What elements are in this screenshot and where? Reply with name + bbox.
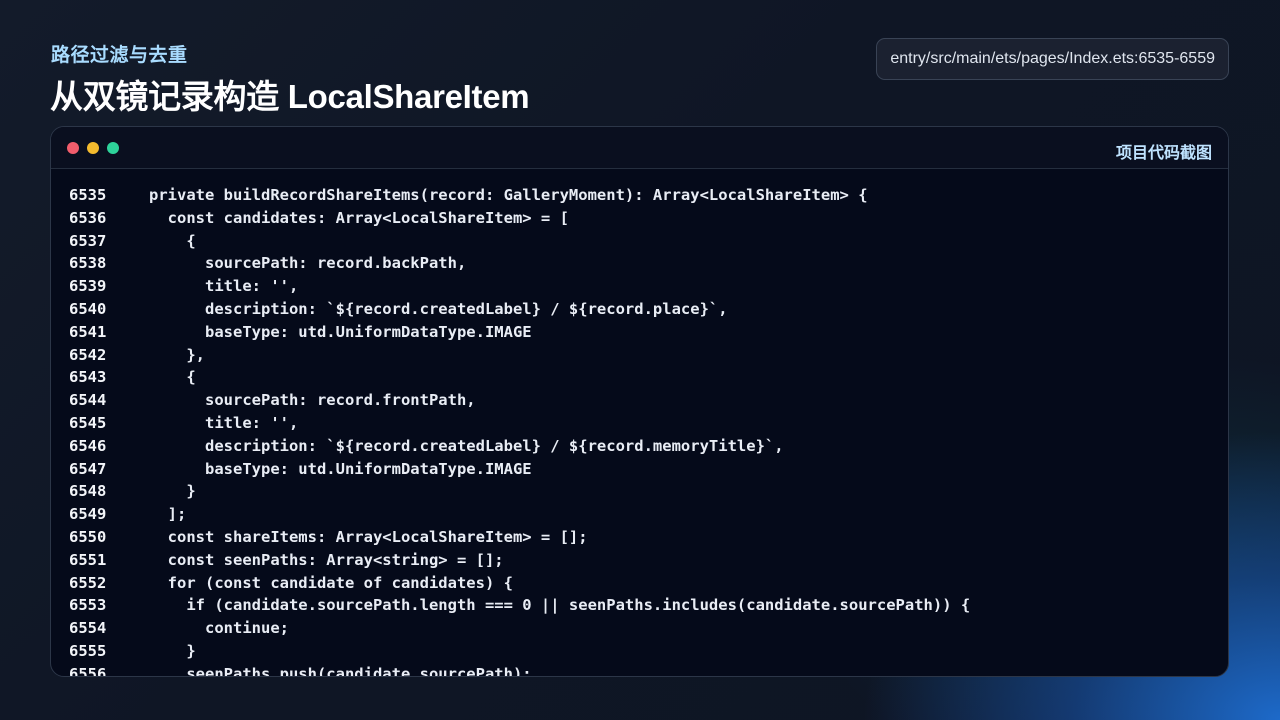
- code-text: const seenPaths: Array<string> = [];: [149, 550, 504, 569]
- maximize-dot-icon: [107, 142, 119, 154]
- code-line: 6554 continue;: [51, 617, 1228, 640]
- code-text: title: '',: [149, 413, 299, 432]
- code-text: ];: [149, 505, 187, 524]
- code-line: 6540 description: `${record.createdLabel…: [51, 298, 1228, 321]
- line-number: 6549: [69, 505, 107, 524]
- line-number: 6548: [69, 482, 107, 501]
- code-line: 6544 sourcePath: record.frontPath,: [51, 389, 1228, 412]
- close-dot-icon: [67, 142, 79, 154]
- code-text: }: [149, 641, 196, 660]
- code-text: const shareItems: Array<LocalShareItem> …: [149, 527, 588, 546]
- window-title-bar: 项目代码截图: [51, 127, 1228, 169]
- code-window: 项目代码截图 6535 private buildRecordShareItems…: [50, 126, 1229, 677]
- line-number: 6554: [69, 619, 107, 638]
- code-text: const candidates: Array<LocalShareItem> …: [149, 208, 569, 227]
- code-line: 6536 const candidates: Array<LocalShareI…: [51, 207, 1228, 230]
- code-line: 6552 for (const candidate of candidates)…: [51, 572, 1228, 595]
- code-text: {: [149, 231, 196, 250]
- line-number: 6555: [69, 641, 107, 660]
- code-line: 6550 const shareItems: Array<LocalShareI…: [51, 526, 1228, 549]
- code-line: 6539 title: '',: [51, 275, 1228, 298]
- code-line: 6546 description: `${record.createdLabel…: [51, 435, 1228, 458]
- code-text: baseType: utd.UniformDataType.IMAGE: [149, 459, 532, 478]
- line-number: 6551: [69, 550, 107, 569]
- line-number: 6536: [69, 208, 107, 227]
- code-line: 6542 },: [51, 344, 1228, 367]
- code-line: 6556 seenPaths.push(candidate.sourcePath…: [51, 663, 1228, 676]
- file-path-chip: entry/src/main/ets/pages/Index.ets:6535-…: [876, 38, 1229, 80]
- line-number: 6544: [69, 391, 107, 410]
- line-number: 6545: [69, 413, 107, 432]
- line-number: 6541: [69, 322, 107, 341]
- code-line: 6551 const seenPaths: Array<string> = []…: [51, 549, 1228, 572]
- window-label: 项目代码截图: [1115, 145, 1212, 162]
- code-text: title: '',: [149, 277, 299, 296]
- line-number: 6542: [69, 345, 107, 364]
- code-line: 6553 if (candidate.sourcePath.length ===…: [51, 594, 1228, 617]
- code-line: 6541 baseType: utd.UniformDataType.IMAGE: [51, 321, 1228, 344]
- code-line: 6549 ];: [51, 503, 1228, 526]
- line-number: 6553: [69, 596, 107, 615]
- line-number: 6546: [69, 436, 107, 455]
- line-number: 6535: [69, 186, 107, 204]
- code-text: }: [149, 482, 196, 501]
- line-number: 6537: [69, 231, 107, 250]
- code-line: 6548 }: [51, 480, 1228, 503]
- code-text: baseType: utd.UniformDataType.IMAGE: [149, 322, 532, 341]
- code-text: description: `${record.createdLabel} / $…: [149, 299, 728, 318]
- code-text: for (const candidate of candidates) {: [149, 573, 513, 592]
- code-text: seenPaths.push(candidate.sourcePath);: [149, 664, 532, 676]
- line-number: 6540: [69, 299, 107, 318]
- code-line: 6538 sourcePath: record.backPath,: [51, 252, 1228, 275]
- code-line: 6535 private buildRecordShareItems(record…: [51, 184, 1228, 207]
- code-line: 6537 {: [51, 230, 1228, 253]
- code-line: 6555 }: [51, 640, 1228, 663]
- code-text: sourcePath: record.backPath,: [149, 254, 467, 273]
- line-number: 6539: [69, 277, 107, 296]
- code-text: description: `${record.createdLabel} / $…: [149, 436, 784, 455]
- page-title: 从双镜记录构造 LocalShareItem: [50, 78, 530, 115]
- code-text: sourcePath: record.frontPath,: [149, 391, 476, 410]
- line-number: 6538: [69, 254, 107, 273]
- line-number: 6547: [69, 459, 107, 478]
- code-line: 6543 {: [51, 366, 1228, 389]
- code-listing[interactable]: 6535 private buildRecordShareItems(record…: [51, 184, 1228, 676]
- code-text: if (candidate.sourcePath.length === 0 ||…: [149, 596, 971, 615]
- code-line: 6547 baseType: utd.UniformDataType.IMAGE: [51, 458, 1228, 481]
- line-number: 6543: [69, 368, 107, 387]
- minimize-dot-icon: [87, 142, 99, 154]
- code-text: },: [149, 345, 205, 364]
- code-text: continue;: [149, 619, 289, 638]
- code-line: 6545 title: '',: [51, 412, 1228, 435]
- line-number: 6556: [69, 664, 107, 676]
- section-kicker: 路径过滤与去重: [51, 45, 188, 66]
- code-text: private buildRecordShareItems(record: Ga…: [149, 186, 868, 204]
- line-number: 6550: [69, 527, 107, 546]
- line-number: 6552: [69, 573, 107, 592]
- code-text: {: [149, 368, 196, 387]
